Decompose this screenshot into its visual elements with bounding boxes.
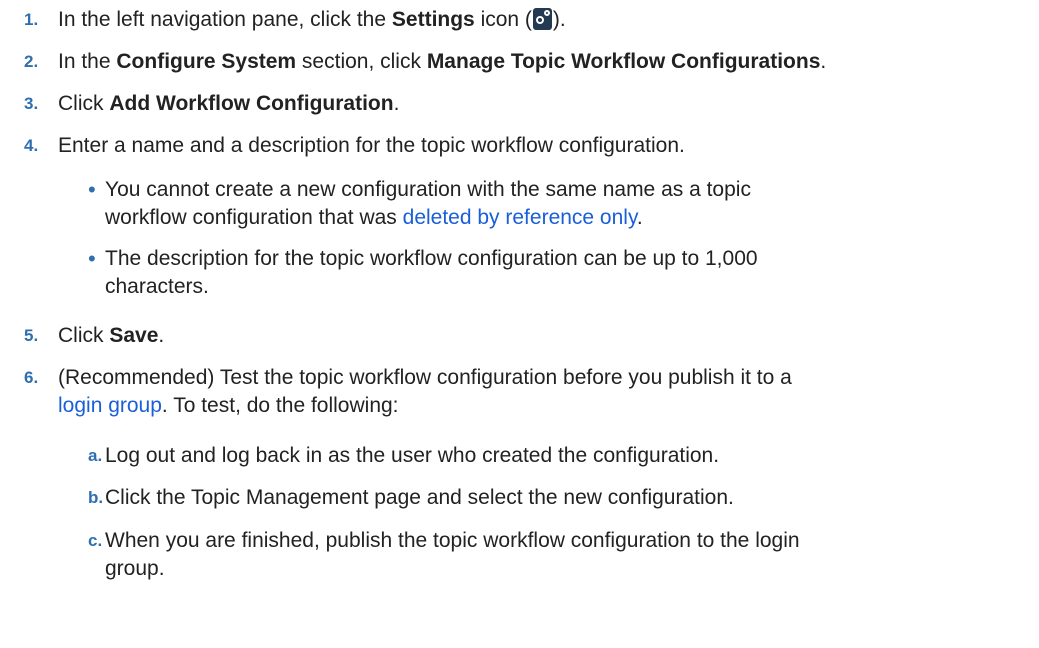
text-line: characters. <box>105 275 209 298</box>
text-line: When you are finished, publish the topic… <box>105 529 800 552</box>
text-run: icon ( <box>474 8 532 31</box>
text-run: . <box>636 206 643 229</box>
ui-term-configure-system: Configure System <box>116 50 297 73</box>
link-login-group[interactable]: login group <box>58 394 162 417</box>
text-run: section, click <box>296 50 427 73</box>
substep-text: Click the Topic Management page and sele… <box>105 486 734 509</box>
text-run: Click <box>58 324 110 347</box>
text-run: . <box>158 324 165 347</box>
step-4-bullet-2: • The description for the topic workflow… <box>0 245 1039 301</box>
bullet-text: You cannot create a new configuration wi… <box>105 176 1039 232</box>
bullet-marker: • <box>88 246 96 271</box>
settings-gear-icon <box>532 8 552 30</box>
step-text: Enter a name and a description for the t… <box>58 134 685 157</box>
substep-b: b. Click the Topic Management page and s… <box>0 484 1039 524</box>
text-run: . <box>393 92 400 115</box>
ui-term-manage-topic-workflow: Manage Topic Workflow Configurations <box>426 50 821 73</box>
step-number: 4. <box>24 136 39 155</box>
link-deleted-by-reference-only[interactable]: deleted by reference only <box>403 206 637 229</box>
substep-c: c. When you are finished, publish the to… <box>0 527 1039 583</box>
step-1: 1. In the left navigation pane, click th… <box>0 6 1039 46</box>
text-line: You cannot create a new configuration wi… <box>105 178 751 201</box>
text-run: In the left navigation pane, click the <box>58 8 392 31</box>
procedure-document: 1. In the left navigation pane, click th… <box>0 0 1039 648</box>
ui-term-save: Save <box>109 324 159 347</box>
step-4-bullet-1: • You cannot create a new configuration … <box>0 176 1039 232</box>
step-6: 6. (Recommended) Test the topic workflow… <box>0 364 1039 420</box>
text-run: ). <box>552 8 566 31</box>
step-2: 2. In the Configure System section, clic… <box>0 48 1039 88</box>
step-text: Click Save. <box>58 322 1029 350</box>
step-text: Click Add Workflow Configuration. <box>58 90 1029 118</box>
step-number: 6. <box>24 368 39 387</box>
substep-letter: a. <box>88 446 103 465</box>
step-number: 3. <box>24 94 39 113</box>
substep-text: When you are finished, publish the topic… <box>105 527 1039 583</box>
step-5: 5. Click Save. <box>0 322 1039 362</box>
text-run: In the <box>58 50 117 73</box>
substep-letter: c. <box>88 531 103 550</box>
text-run: Click <box>58 92 110 115</box>
text-line: group. <box>105 557 165 580</box>
step-text: (Recommended) Test the topic workflow co… <box>58 364 1039 420</box>
step-number: 1. <box>24 10 39 29</box>
step-3: 3. Click Add Workflow Configuration. <box>0 90 1039 130</box>
text-run: . <box>820 50 827 73</box>
text-line: The description for the topic workflow c… <box>105 247 758 270</box>
substep-letter: b. <box>88 488 104 507</box>
substep-text: Log out and log back in as the user who … <box>105 444 720 467</box>
ui-term-add-workflow: Add Workflow Configuration <box>109 92 394 115</box>
text-run: workflow configuration that was <box>105 206 403 229</box>
step-text: In the left navigation pane, click the S… <box>58 6 1029 34</box>
bullet-text: The description for the topic workflow c… <box>105 245 1039 301</box>
substep-a: a. Log out and log back in as the user w… <box>0 442 1039 482</box>
ui-term-settings: Settings <box>391 8 475 31</box>
step-4: 4. Enter a name and a description for th… <box>0 132 1039 172</box>
step-number: 5. <box>24 326 39 345</box>
text-line: (Recommended) Test the topic workflow co… <box>58 366 792 389</box>
bullet-marker: • <box>88 177 96 202</box>
text-run: . To test, do the following: <box>161 394 399 417</box>
step-text: In the Configure System section, click M… <box>58 48 1029 76</box>
step-number: 2. <box>24 52 39 71</box>
